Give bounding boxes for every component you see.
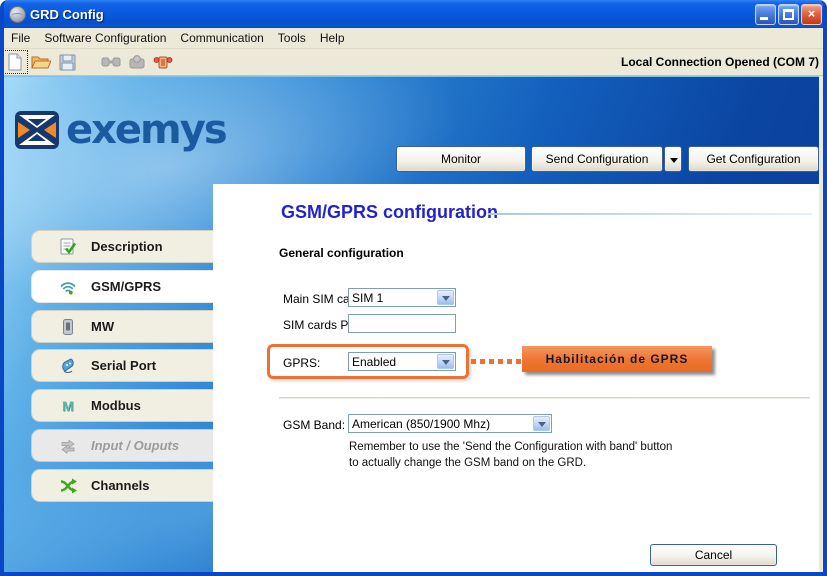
menu-help[interactable]: Help [313, 29, 352, 47]
sidebar-item-label: Channels [91, 478, 150, 493]
sidebar-item-channels[interactable]: Channels [31, 469, 213, 502]
main-sim-select[interactable]: SIM 1 [348, 288, 456, 307]
gprs-callout: Habilitación de GPRS [522, 346, 712, 372]
section-separator [279, 397, 810, 399]
title-divider [488, 213, 812, 215]
monitor-button[interactable]: Monitor [396, 146, 526, 172]
menu-bar: File Software Configuration Communicatio… [0, 28, 827, 49]
sidebar-item-mw[interactable]: MW [31, 310, 213, 343]
connection-status: Local Connection Opened (COM 7) [621, 55, 819, 69]
sidebar-item-label: Serial Port [91, 358, 156, 373]
gprs-select[interactable]: Enabled [348, 352, 456, 371]
menu-communication[interactable]: Communication [173, 29, 270, 47]
save-config-icon[interactable] [55, 51, 79, 73]
menu-software-configuration[interactable]: Software Configuration [37, 29, 173, 47]
send-configuration-button[interactable]: Send Configuration [531, 146, 663, 172]
exemys-logo-text: exemys [66, 107, 226, 153]
new-config-icon[interactable] [3, 51, 27, 73]
connection-settings-icon [125, 51, 149, 73]
input-output-arrows-icon [58, 436, 78, 456]
gsm-band-label: GSM Band: [283, 418, 345, 432]
toolbar: Local Connection Opened (COM 7) [0, 49, 827, 76]
main-sim-value: SIM 1 [349, 291, 436, 305]
maximize-button[interactable] [778, 4, 799, 25]
sidebar-item-gsm-gprs[interactable]: GSM/GPRS [31, 270, 213, 303]
chevron-down-icon[interactable] [437, 290, 454, 305]
sidebar-item-label: Description [91, 239, 163, 254]
sidebar-item-modbus[interactable]: M Modbus [31, 389, 213, 422]
gprs-value: Enabled [349, 355, 436, 369]
page-title: GSM/GPRS configuration [281, 202, 498, 223]
title-bar: GRD Config × [0, 0, 827, 28]
minimize-icon [760, 17, 768, 20]
description-check-icon [58, 237, 78, 257]
get-configuration-button[interactable]: Get Configuration [688, 146, 819, 172]
gprs-label: GPRS: [283, 356, 320, 370]
app-window: GRD Config × File Software Configuration… [0, 0, 827, 576]
app-icon [9, 6, 26, 23]
menu-file[interactable]: File [4, 29, 37, 47]
sidebar-item-serial-port[interactable]: Serial Port [31, 349, 213, 382]
disconnect-icon[interactable] [151, 51, 175, 73]
sidebar-item-label: MW [91, 319, 114, 334]
close-button[interactable]: × [801, 4, 822, 25]
modbus-m-icon: M [58, 396, 78, 416]
sim-pin-input[interactable] [348, 314, 456, 333]
connect-icon [99, 51, 123, 73]
chevron-down-icon[interactable] [437, 354, 454, 369]
chevron-down-icon[interactable] [533, 416, 550, 431]
gsm-band-select[interactable]: American (850/1900 Mhz) [348, 414, 552, 433]
sidebar-item-label: Modbus [91, 398, 141, 413]
serial-port-icon [58, 356, 78, 376]
menu-tools[interactable]: Tools [271, 29, 313, 47]
maximize-icon [783, 9, 794, 20]
mw-device-icon [58, 317, 78, 337]
gsm-band-value: American (850/1900 Mhz) [349, 417, 532, 431]
gsm-signal-icon [58, 277, 78, 297]
section-title: General configuration [279, 246, 404, 260]
gsm-band-note: Remember to use the 'Send the Configurat… [349, 441, 672, 453]
gsm-band-note: to actually change the GSM band on the G… [349, 457, 586, 469]
callout-dotted-connector [471, 359, 523, 364]
sidebar-item-label: GSM/GPRS [91, 279, 161, 294]
exemys-logo: exemys [14, 107, 226, 153]
cancel-button[interactable]: Cancel [650, 544, 777, 566]
exemys-logo-mark [14, 110, 60, 150]
close-icon: × [802, 6, 821, 21]
window-title: GRD Config [30, 7, 104, 22]
send-configuration-dropdown-button[interactable] [664, 146, 682, 172]
minimize-button[interactable] [755, 4, 776, 25]
sidebar-item-input-outputs: Input / Ouputs [31, 429, 213, 462]
channels-shuffle-icon [58, 476, 78, 496]
main-area: exemys Monitor Send Configuration Get Co… [0, 76, 819, 572]
open-config-icon[interactable] [29, 51, 53, 73]
sidebar-item-label: Input / Ouputs [91, 438, 179, 453]
sidebar-item-description[interactable]: Description [31, 230, 213, 263]
